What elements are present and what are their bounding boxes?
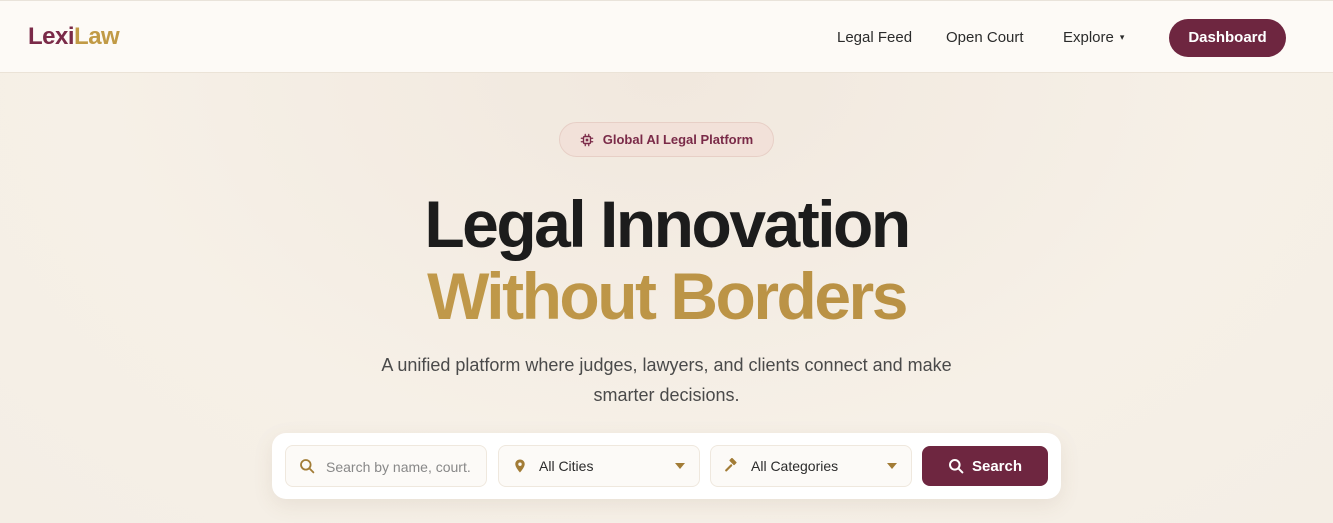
nav-explore-label: Explore xyxy=(1063,29,1114,46)
search-card: All Cities All Categories Search xyxy=(272,433,1061,499)
chip-icon xyxy=(580,133,594,146)
category-select-value: All Categories xyxy=(751,458,839,474)
chevron-down-icon xyxy=(887,463,897,469)
search-icon xyxy=(300,459,315,474)
search-button[interactable]: Search xyxy=(922,446,1048,486)
logo-part-lexi: Lexi xyxy=(28,23,75,50)
hero-title-line-1: Legal Innovation xyxy=(424,187,911,261)
gavel-icon xyxy=(725,458,737,472)
hero-subtitle: A unified platform where judges, lawyers… xyxy=(381,355,952,405)
city-select-value: All Cities xyxy=(539,458,594,474)
platform-badge: Global AI Legal Platform xyxy=(559,122,774,157)
search-field[interactable] xyxy=(285,445,487,487)
search-input[interactable] xyxy=(326,456,472,478)
badge-label: Global AI Legal Platform xyxy=(602,132,754,147)
city-select[interactable]: All Cities xyxy=(498,445,700,487)
dashboard-button[interactable]: Dashboard xyxy=(1169,19,1286,57)
logo-part-law: Law xyxy=(74,23,120,50)
nav-explore[interactable]: Explore ▾ xyxy=(1063,29,1124,46)
nav-legal-feed[interactable]: Legal Feed xyxy=(837,29,912,46)
nav-open-court[interactable]: Open Court xyxy=(946,29,1024,46)
hero-title-line-2: Without Borders xyxy=(0,260,1333,332)
search-icon xyxy=(948,459,964,474)
caret-down-icon: ▾ xyxy=(1119,32,1125,42)
logo[interactable]: LexiLaw xyxy=(28,23,120,51)
chevron-down-icon xyxy=(675,463,685,469)
location-pin-icon xyxy=(515,459,525,473)
top-navigation-bar: LexiLaw Legal Feed Open Court Explore ▾ D… xyxy=(0,0,1333,73)
category-select[interactable]: All Categories xyxy=(710,445,912,487)
search-button-label: Search xyxy=(971,457,1023,475)
